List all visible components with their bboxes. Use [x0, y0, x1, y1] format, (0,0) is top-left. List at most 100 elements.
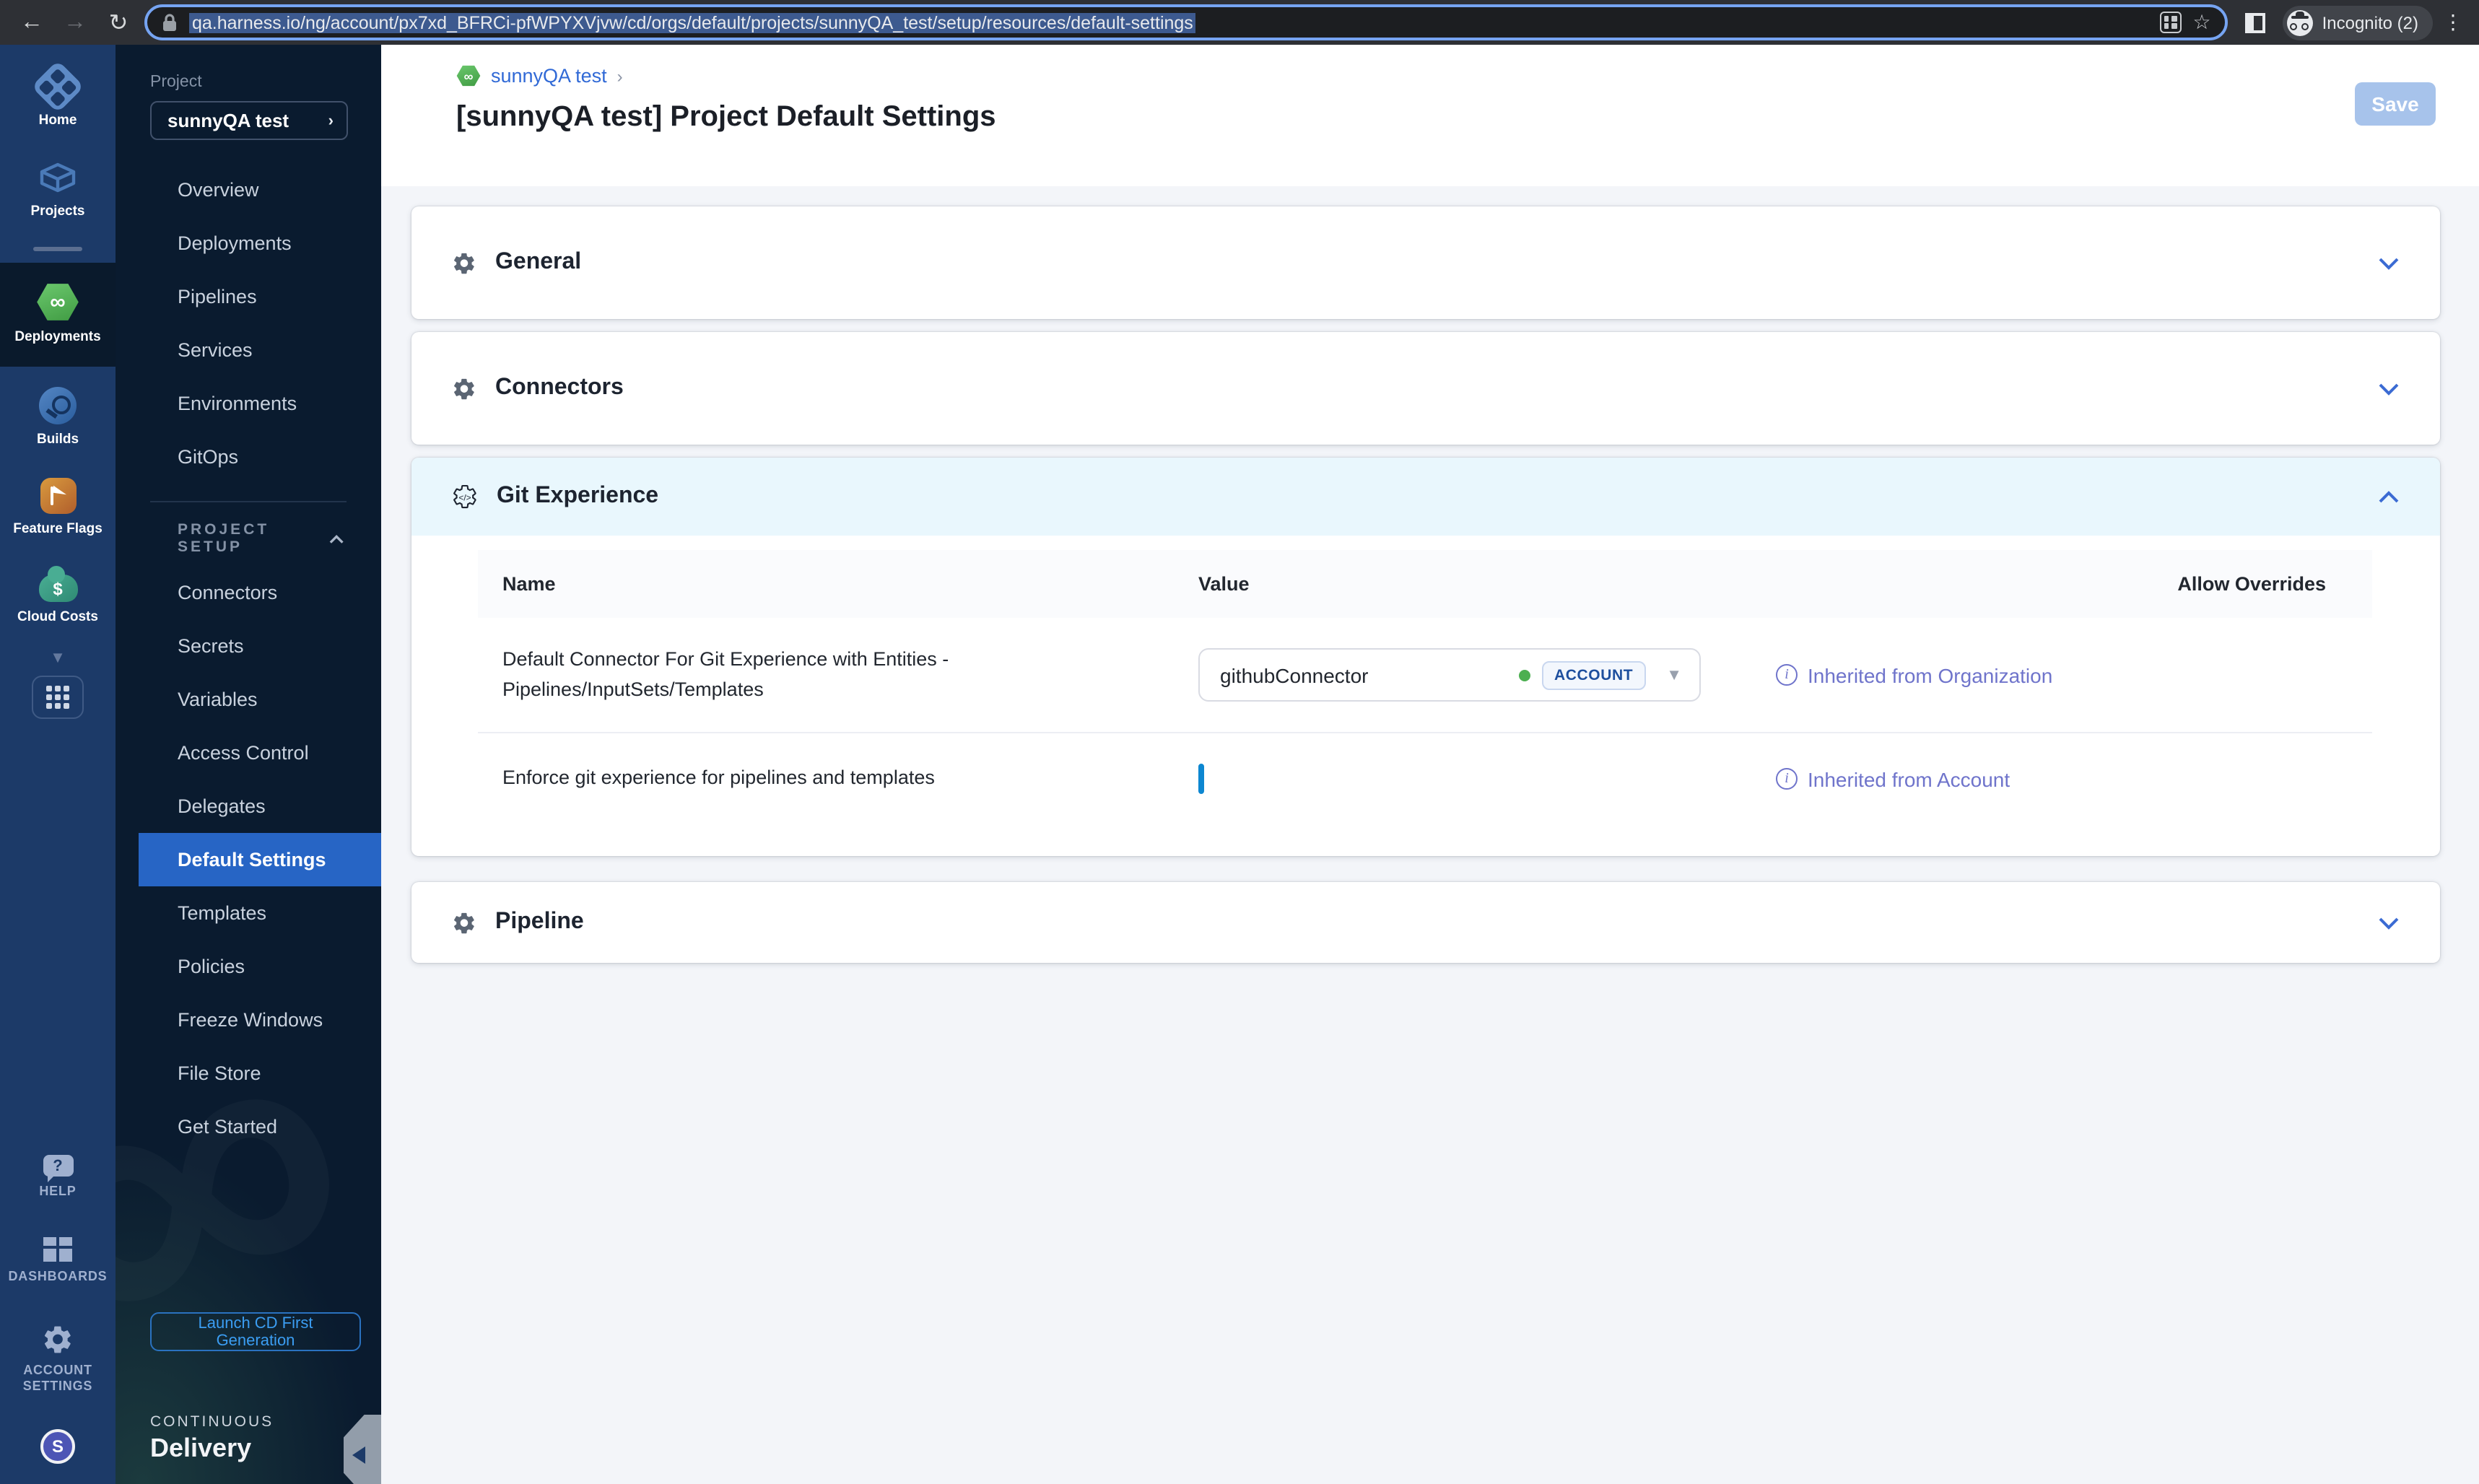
gear-icon: [454, 252, 474, 274]
dashboards-icon: [43, 1237, 72, 1262]
reload-icon[interactable]: ↻: [101, 8, 136, 37]
sidebar-item-services[interactable]: Services: [150, 323, 381, 377]
sidebar-item-default-settings[interactable]: Default Settings: [139, 833, 381, 886]
sidebar-item-pipelines[interactable]: Pipelines: [150, 270, 381, 323]
lock-icon: [163, 14, 176, 31]
section-card-connectors: Connectors: [411, 332, 2440, 445]
bookmark-star-icon[interactable]: ☆: [2192, 10, 2210, 35]
col-header-allow-overrides: Allow Overrides: [2177, 573, 2326, 595]
back-icon[interactable]: ←: [14, 9, 49, 35]
info-icon: i: [1776, 768, 1798, 790]
module-picker-icon[interactable]: [32, 676, 84, 720]
sidebar-item-templates[interactable]: Templates: [150, 886, 381, 940]
rail-item-account-settings[interactable]: ACCOUNT SETTINGS: [10, 1300, 105, 1409]
incognito-label: Incognito (2): [2322, 12, 2418, 32]
sidebar-item-deployments[interactable]: Deployments: [150, 217, 381, 270]
status-dot-icon: [1518, 669, 1530, 681]
screen: ← → ↻ qa.harness.io/ng/account/px7xd_BFR…: [0, 0, 2479, 1484]
chevron-right-icon: ›: [328, 112, 334, 129]
main-content: ∞ sunnyQA test › [sunnyQA test] Project …: [381, 45, 2479, 1484]
connector-select[interactable]: githubConnector ACCOUNT ▼: [1198, 648, 1701, 702]
setting-name: Enforce git experience for pipelines and…: [502, 767, 935, 789]
collapse-arrow-icon: [352, 1446, 365, 1464]
chevron-down-icon[interactable]: [2378, 256, 2400, 269]
chevron-down-icon: ▼: [1666, 666, 1682, 684]
section-title: Git Experience: [497, 484, 659, 508]
browser-toolbar: ← → ↻ qa.harness.io/ng/account/px7xd_BFR…: [0, 0, 2479, 45]
feature-flags-icon: [40, 477, 76, 513]
col-header-name: Name: [502, 573, 556, 595]
rail-item-feature-flags[interactable]: Feature Flags: [0, 463, 116, 552]
builds-icon: [39, 386, 77, 424]
home-icon: [31, 60, 84, 113]
rail-item-builds[interactable]: Builds: [0, 366, 116, 463]
rail-item-home[interactable]: Home: [0, 45, 116, 144]
gear-icon: [454, 377, 474, 399]
gear-icon: [454, 912, 474, 933]
project-selector-label: Project: [150, 74, 202, 91]
project-sidebar: ∞ Project sunnyQA test › Overview Deploy…: [116, 45, 381, 1484]
rail-item-help[interactable]: ? HELP: [0, 1140, 116, 1215]
breadcrumb: ∞ sunnyQA test ›: [456, 65, 2479, 87]
section-title: Pipeline: [495, 909, 584, 934]
section-card-git-experience: </> Git Experience Name Value Allow Over…: [411, 458, 2440, 856]
sidebar-divider: [150, 501, 347, 502]
rail-item-cloud-costs[interactable]: $ Cloud Costs: [0, 552, 116, 642]
sidebar-item-get-started[interactable]: Get Started: [150, 1100, 381, 1153]
url-bar[interactable]: qa.harness.io/ng/account/px7xd_BFRCi-pfW…: [144, 4, 2229, 40]
user-avatar[interactable]: S: [40, 1429, 75, 1464]
launch-cd-first-gen-button[interactable]: Launch CD First Generation: [150, 1312, 361, 1351]
cloud-costs-icon: $: [38, 566, 77, 603]
inherited-from-organization-link[interactable]: i Inherited from Organization: [1776, 663, 2372, 686]
url-text[interactable]: qa.harness.io/ng/account/px7xd_BFRCi-pfW…: [189, 12, 2148, 32]
section-header-connectors[interactable]: Connectors: [411, 332, 2440, 445]
sidebar-item-environments[interactable]: Environments: [150, 377, 381, 430]
sidebar-item-access-control[interactable]: Access Control: [150, 726, 381, 780]
rail-item-dashboards[interactable]: DASHBOARDS: [0, 1215, 116, 1301]
sidebar-item-connectors[interactable]: Connectors: [150, 566, 381, 619]
section-header-general[interactable]: General: [411, 206, 2440, 319]
sidebar-item-policies[interactable]: Policies: [150, 940, 381, 993]
section-header-pipeline[interactable]: Pipeline: [411, 882, 2440, 963]
chevron-down-icon[interactable]: [2378, 916, 2400, 929]
chevron-up-icon: [329, 533, 344, 543]
settings-list: General Connectors </> Git Experience Na…: [381, 186, 2479, 1484]
section-title: Connectors: [495, 375, 624, 400]
rail-item-projects[interactable]: Projects: [0, 144, 116, 235]
rail-item-deployments[interactable]: ∞ Deployments: [0, 263, 116, 367]
sidebar-item-overview[interactable]: Overview: [150, 163, 381, 217]
sidebar-item-file-store[interactable]: File Store: [150, 1047, 381, 1100]
chevron-up-icon[interactable]: [2378, 490, 2400, 503]
module-nav-rail: Home Projects ∞ Deployments Builds Featu…: [0, 45, 116, 1484]
chevron-down-icon[interactable]: [2378, 382, 2400, 395]
cd-module-icon: ∞: [456, 65, 481, 87]
side-panel-icon[interactable]: [2245, 12, 2266, 32]
help-icon: ?: [43, 1155, 73, 1182]
sidebar-item-gitops[interactable]: GitOps: [150, 430, 381, 484]
rail-more-chevron-icon[interactable]: ▼: [50, 642, 66, 671]
enforce-git-experience-checkbox[interactable]: [1198, 763, 1204, 793]
save-button[interactable]: Save: [2355, 82, 2436, 126]
sidebar-item-variables[interactable]: Variables: [150, 673, 381, 726]
svg-text:</>: </>: [458, 492, 471, 502]
scope-badge: ACCOUNT: [1541, 660, 1647, 689]
incognito-icon: [2287, 9, 2314, 35]
project-name: sunnyQA test: [167, 110, 289, 131]
project-selector[interactable]: sunnyQA test ›: [150, 101, 348, 140]
project-setup-header[interactable]: PROJECT SETUP: [150, 517, 381, 560]
setting-name: Default Connector For Git Experience wit…: [502, 647, 949, 699]
sidebar-item-secrets[interactable]: Secrets: [150, 619, 381, 673]
inherited-from-account-link[interactable]: i Inherited from Account: [1776, 767, 2372, 790]
sidebar-item-delegates[interactable]: Delegates: [150, 780, 381, 833]
breadcrumb-project-link[interactable]: sunnyQA test: [491, 65, 607, 87]
connector-value: githubConnector: [1220, 663, 1369, 686]
section-header-git-experience[interactable]: </> Git Experience: [411, 458, 2440, 536]
rail-divider: [0, 235, 116, 263]
sidebar-item-freeze-windows[interactable]: Freeze Windows: [150, 993, 381, 1047]
table-row: Default Connector For Git Experience wit…: [478, 618, 2372, 733]
permissions-icon[interactable]: [2159, 12, 2182, 33]
page-header: ∞ sunnyQA test › [sunnyQA test] Project …: [381, 45, 2479, 186]
browser-menu-icon[interactable]: ⋮: [2441, 10, 2465, 35]
col-header-value: Value: [1198, 573, 1250, 595]
forward-icon[interactable]: →: [58, 9, 92, 35]
